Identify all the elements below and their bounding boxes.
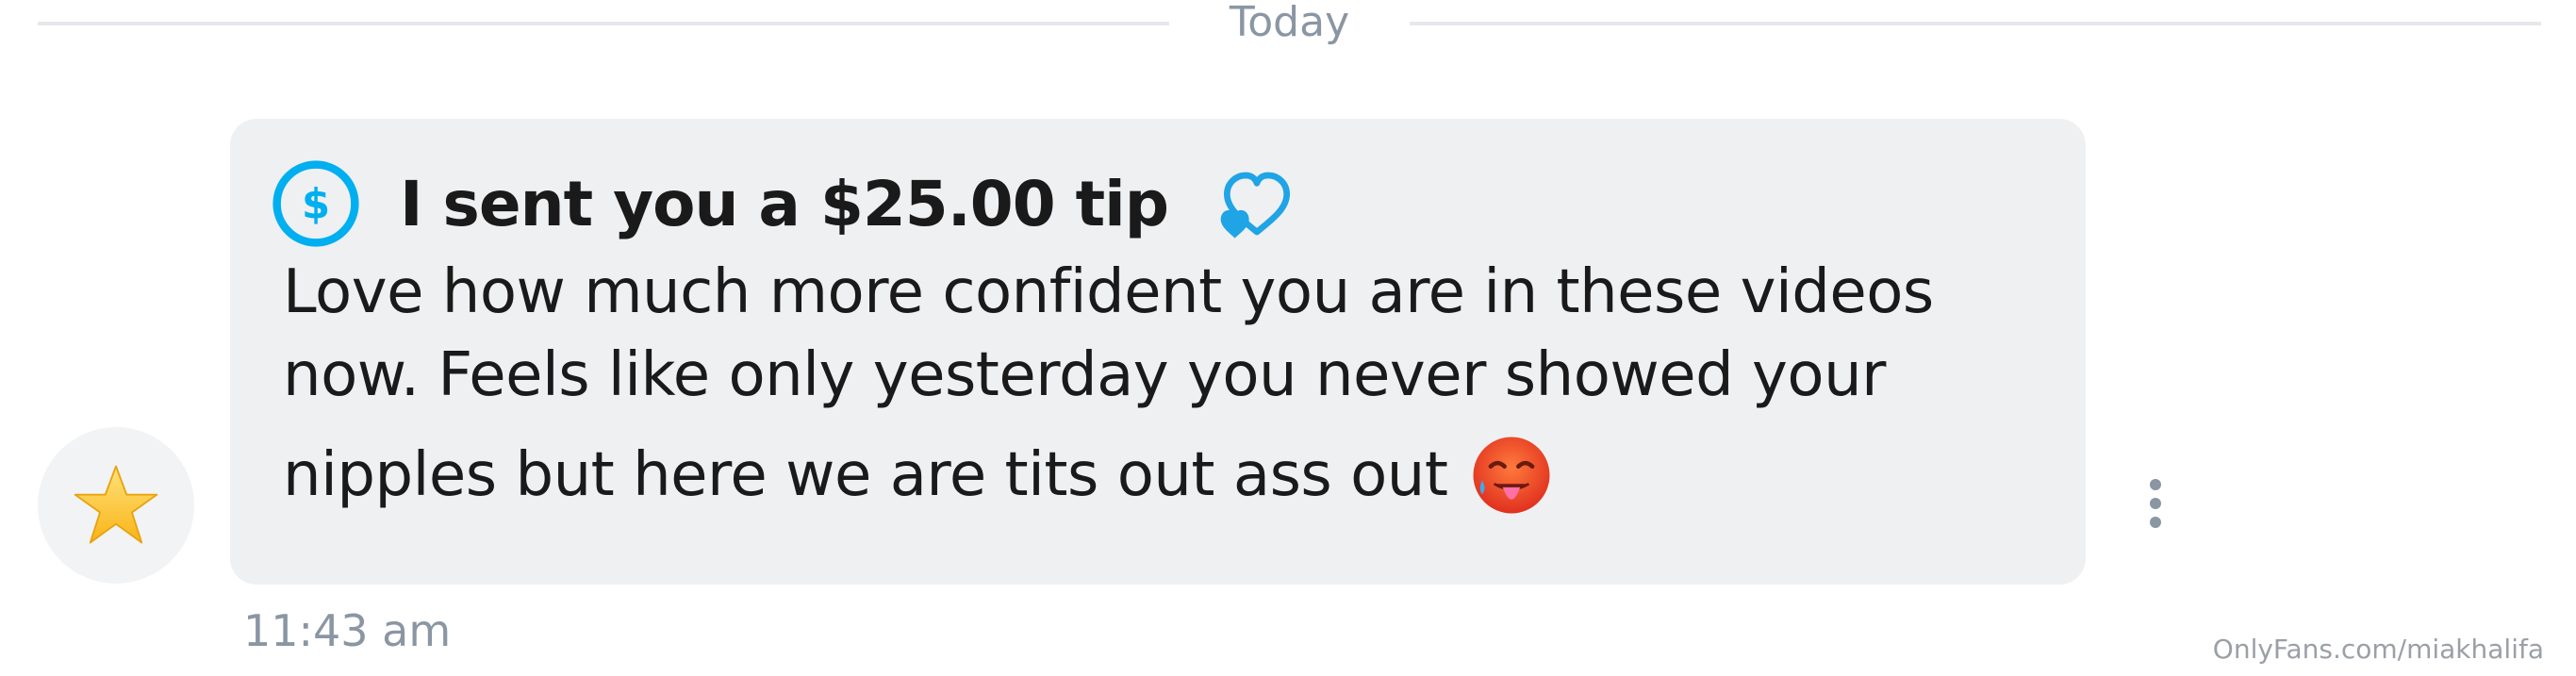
kebab-dot bbox=[2150, 498, 2161, 509]
star-icon bbox=[74, 465, 158, 544]
watermark: OnlyFans.com/miakhalifa bbox=[2212, 634, 2544, 665]
hot-face-emoji-icon bbox=[1473, 437, 1550, 514]
kebab-menu-icon[interactable] bbox=[2142, 479, 2169, 539]
day-divider-line-right bbox=[1410, 22, 2541, 25]
message-line-3-row: nipples but here we are tits out ass out bbox=[283, 432, 2037, 519]
avatar[interactable] bbox=[38, 427, 194, 584]
heart-icon bbox=[1220, 172, 1291, 239]
message-bubble[interactable]: $ I sent you a $25.00 tip Love how much … bbox=[230, 119, 2086, 585]
tip-row: $ I sent you a $25.00 tip bbox=[272, 158, 1304, 249]
message-line-1: Love how much more confident you are in … bbox=[283, 257, 1934, 327]
chat-screen: Today $ I sent you a $25.00 tip Love how… bbox=[0, 0, 2576, 676]
kebab-dot bbox=[2150, 517, 2161, 528]
day-divider-label: Today bbox=[1229, 0, 1350, 46]
message-text: Love how much more confident you are in … bbox=[283, 251, 2037, 519]
message-line-2: now. Feels like only yesterday you never… bbox=[283, 340, 1886, 410]
day-divider-line-left bbox=[38, 22, 1169, 25]
dollar-icon: $ bbox=[272, 160, 359, 247]
message-line-3: nipples but here we are tits out ass out bbox=[283, 440, 1448, 510]
svg-text:$: $ bbox=[302, 181, 330, 228]
kebab-dot bbox=[2150, 479, 2161, 490]
message-timestamp: 11:43 am bbox=[243, 605, 452, 656]
tip-label: I sent you a $25.00 tip bbox=[400, 167, 1169, 240]
